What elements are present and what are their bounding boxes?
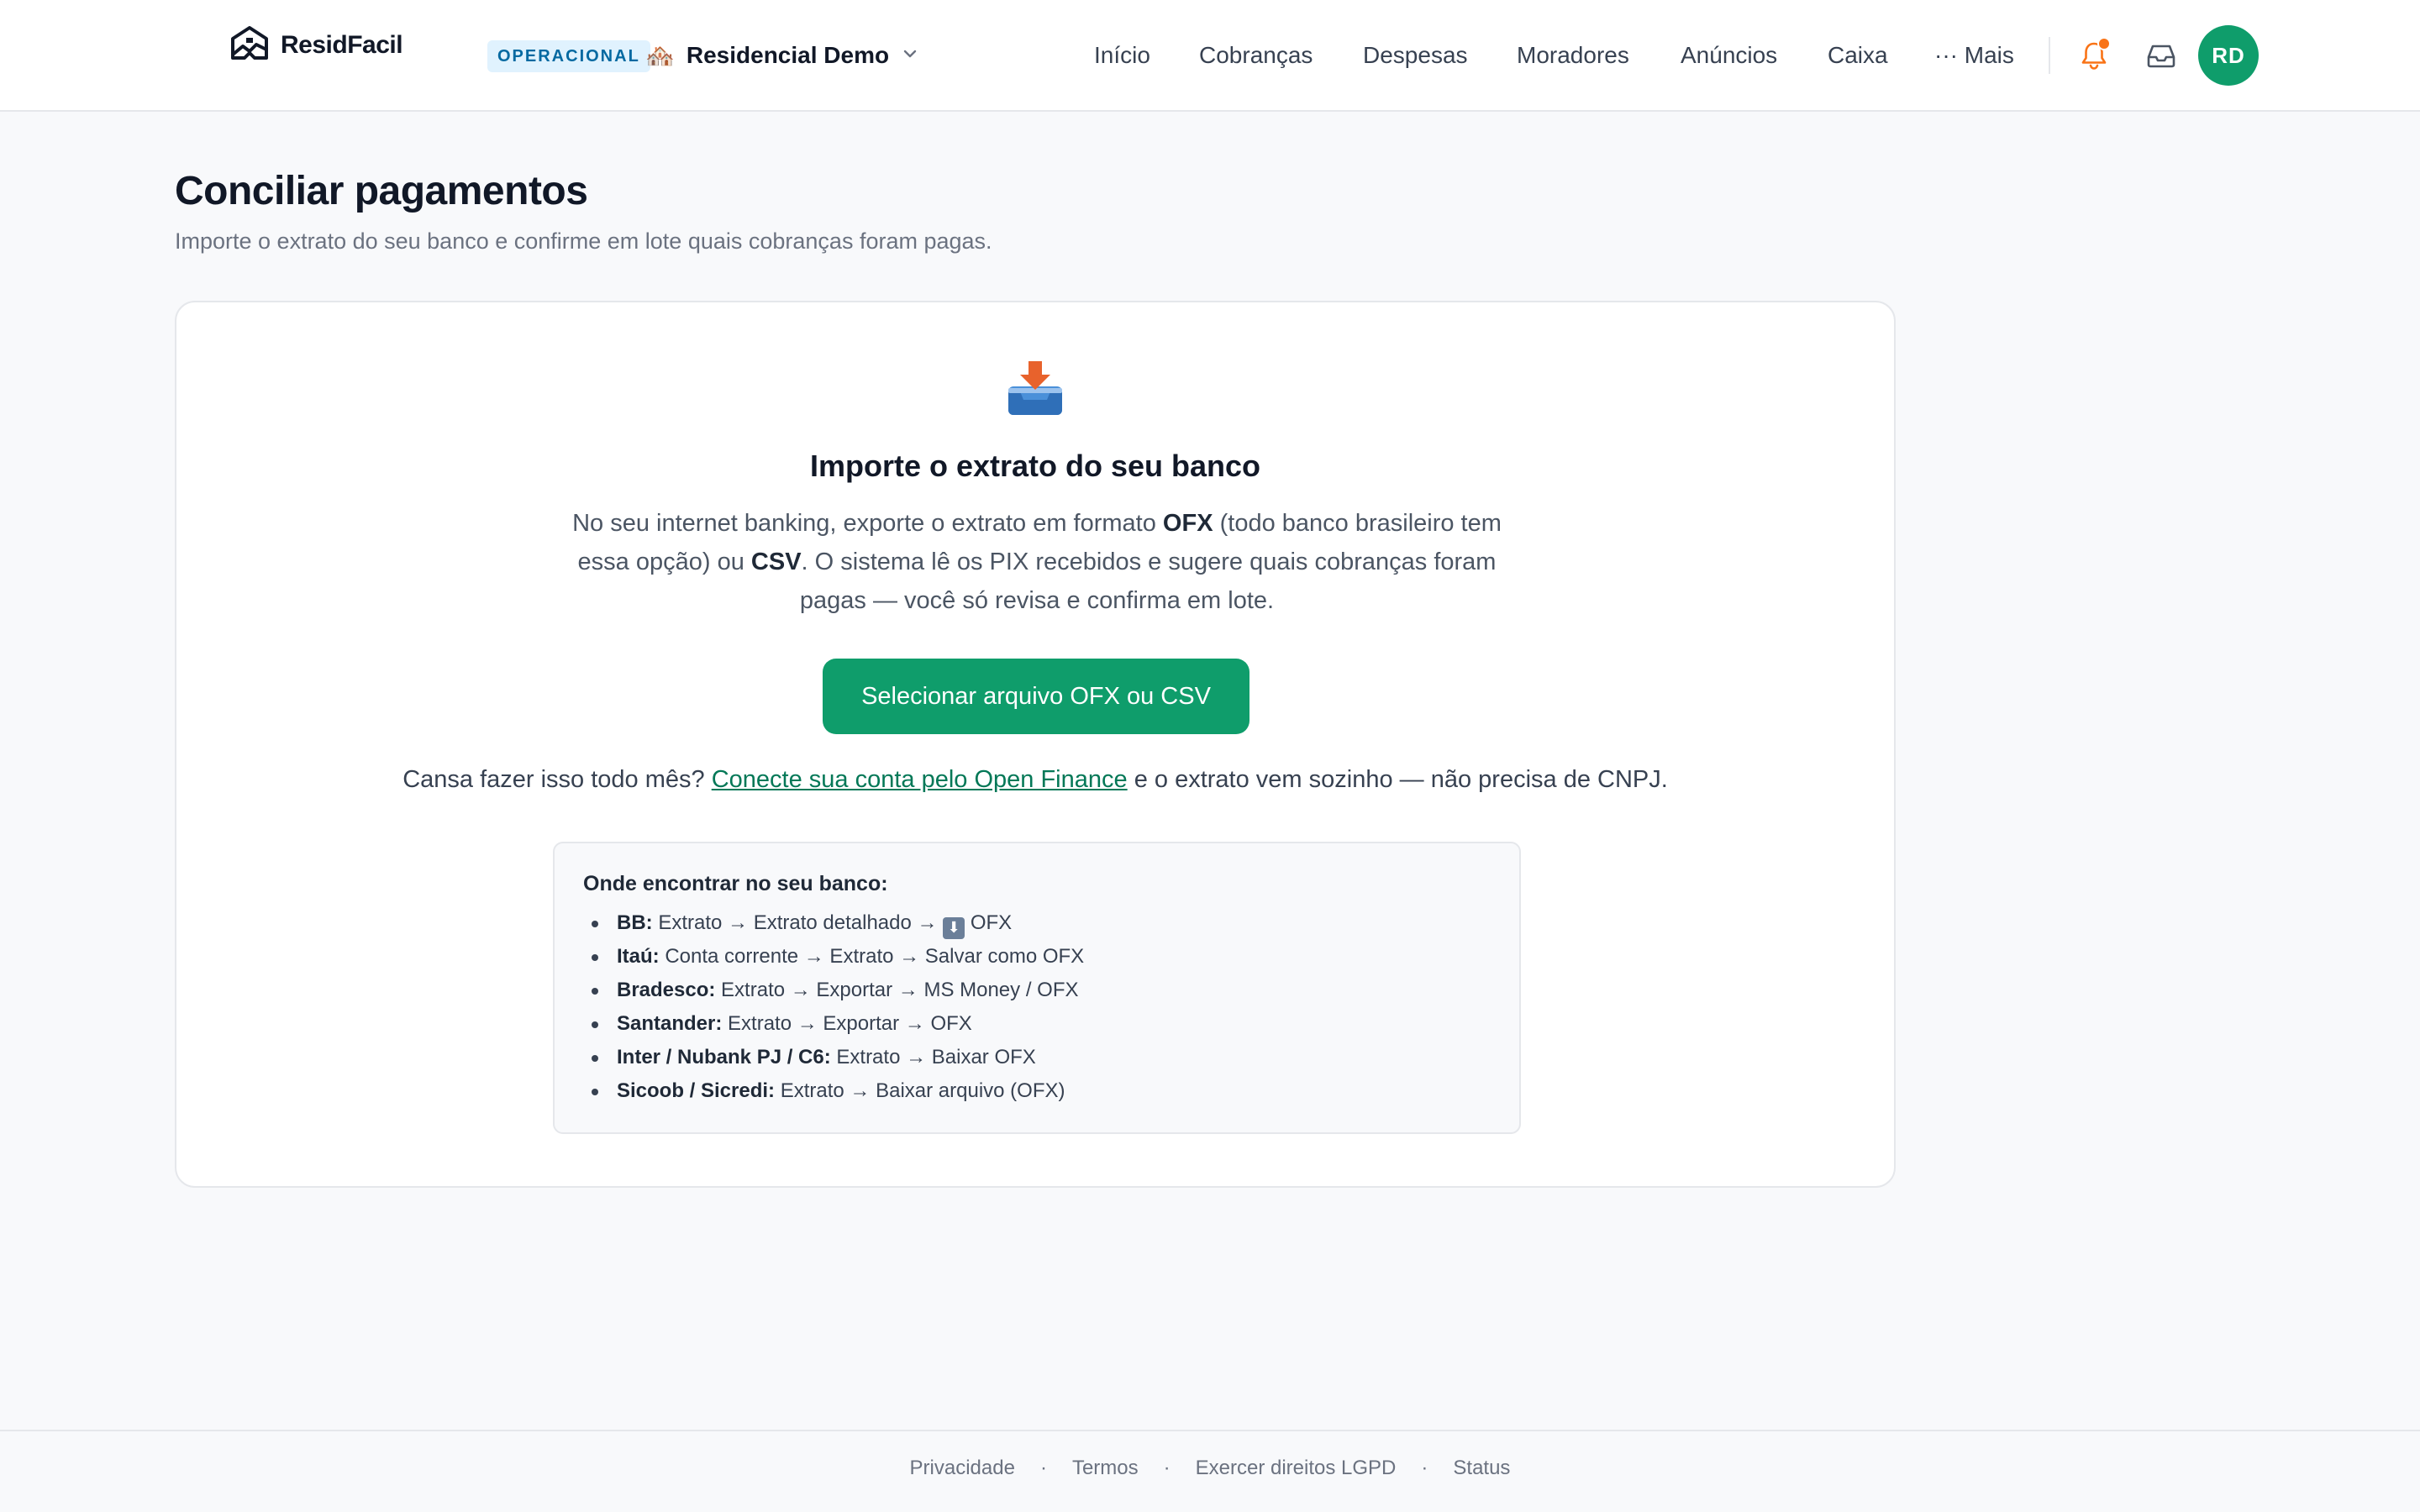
bank-path: Extrato → Extrato detalhado → [658, 911, 944, 934]
desc-text-3: . O sistema lê os PIX recebidos e sugere… [799, 549, 1497, 614]
bank-name: Sicoob / Sicredi: [617, 1079, 776, 1102]
desc-bold-ofx: OFX [1162, 510, 1213, 537]
bank-item-sicoob-sicredi: Sicoob / Sicredi: Extrato → Baixar arqui… [583, 1074, 1492, 1108]
condominium-name: Residencial Demo [686, 42, 890, 68]
bank-name: Inter / Nubank PJ / C6: [617, 1046, 831, 1068]
footer-links: Privacidade · Termos · Exercer direitos LGPD… [0, 1457, 2420, 1480]
bank-path-tail: OFX [965, 911, 1013, 934]
condominium-icon: 🏘️ [645, 41, 675, 70]
import-statement-card: Importe o extrato do seu banco No seu in… [175, 301, 1896, 1188]
nav-cobrancas[interactable]: Cobranças [1199, 37, 1313, 74]
user-avatar[interactable]: RD [2198, 25, 2259, 86]
bank-item-itau: Itaú: Conta corrente → Extrato → Salvar … [583, 940, 1492, 974]
chevron-down-icon [901, 45, 919, 67]
bank-item-santander: Santander: Extrato → Exportar → OFX [583, 1007, 1492, 1041]
notification-dot [2097, 37, 2111, 50]
open-finance-prefix: Cansa fazer isso todo mês? [402, 766, 712, 793]
logo-text: ResidFacil [281, 31, 403, 59]
footer-separator: · [1163, 1457, 1171, 1479]
down-arrow-icon: ⬇ [943, 917, 965, 939]
footer-link-privacidade[interactable]: Privacidade [910, 1457, 1015, 1479]
bank-name: Itaú: [617, 945, 660, 968]
bank-name: BB: [617, 911, 653, 934]
nav-inicio[interactable]: Início [1094, 37, 1150, 74]
nav-caixa[interactable]: Caixa [1828, 37, 1888, 74]
card-description: No seu internet banking, exporte o extra… [551, 504, 1523, 620]
bank-instructions-box: Onde encontrar no seu banco: BB: Extrato… [553, 842, 1521, 1134]
nav-anuncios[interactable]: Anúncios [1681, 37, 1777, 74]
condominium-switcher[interactable]: 🏘️ Residencial Demo [645, 37, 919, 74]
footer-separator: · [1421, 1457, 1428, 1479]
house-logo-icon [231, 26, 268, 60]
nav-divider [2049, 37, 2050, 74]
inbox-tray-icon [1008, 361, 1062, 415]
bank-name: Bradesco: [617, 979, 716, 1001]
bank-name: Santander: [617, 1012, 723, 1035]
bank-list: BB: Extrato → Extrato detalhado → ⬇ OFX … [583, 906, 1492, 1108]
bank-item-bradesco: Bradesco: Extrato → Exportar → MS Money … [583, 974, 1492, 1007]
bank-path: Extrato → Exportar → MS Money / OFX [721, 979, 1079, 1001]
page-footer: Privacidade · Termos · Exercer direitos LGPD… [0, 1430, 2420, 1512]
open-finance-link[interactable]: Conecte sua conta pelo Open Finance [712, 766, 1128, 793]
top-header: ResidFacil OPERACIONAL 🏘️ Residencial De… [0, 0, 2420, 112]
card-title: Importe o extrato do seu banco [809, 449, 1261, 483]
notifications-button[interactable] [2072, 34, 2116, 77]
open-finance-suffix: e o extrato vem sozinho — não precisa de… [1127, 766, 1668, 793]
environment-badge: OPERACIONAL [487, 40, 650, 72]
inbox-button[interactable] [2139, 34, 2183, 77]
desc-bold-csv: CSV [750, 549, 802, 575]
page-title: Conciliar pagamentos [175, 169, 588, 213]
bank-path: Extrato → Baixar OFX [836, 1046, 1036, 1068]
nav-mais[interactable]: ··· Mais [1934, 37, 2014, 74]
bank-path: Extrato → Exportar → OFX [728, 1012, 972, 1035]
open-finance-hint: Cansa fazer isso todo mês? Conecte sua c… [176, 766, 1894, 794]
app-logo[interactable]: ResidFacil [229, 24, 403, 67]
select-file-button[interactable]: Selecionar arquivo OFX ou CSV [823, 659, 1249, 734]
desc-text-1: No seu internet banking, exporte o extra… [572, 510, 1163, 537]
bank-item-inter-nubank-c6: Inter / Nubank PJ / C6: Extrato → Baixar… [583, 1041, 1492, 1074]
bank-item-bb: BB: Extrato → Extrato detalhado → ⬇ OFX [583, 906, 1492, 940]
footer-separator: · [1039, 1457, 1047, 1479]
footer-link-status[interactable]: Status [1453, 1457, 1510, 1479]
bank-path: Extrato → Baixar arquivo (OFX) [780, 1079, 1065, 1102]
bank-instructions-title: Onde encontrar no seu banco: [583, 872, 888, 895]
footer-link-termos[interactable]: Termos [1072, 1457, 1139, 1479]
bank-path: Conta corrente → Extrato → Salvar como O… [665, 945, 1085, 968]
nav-moradores[interactable]: Moradores [1517, 37, 1629, 74]
page-subtitle: Importe o extrato do seu banco e confirm… [175, 228, 992, 254]
footer-link-lgpd[interactable]: Exercer direitos LGPD [1196, 1457, 1397, 1479]
nav-despesas[interactable]: Despesas [1363, 37, 1468, 74]
inbox-icon [2147, 45, 2175, 68]
